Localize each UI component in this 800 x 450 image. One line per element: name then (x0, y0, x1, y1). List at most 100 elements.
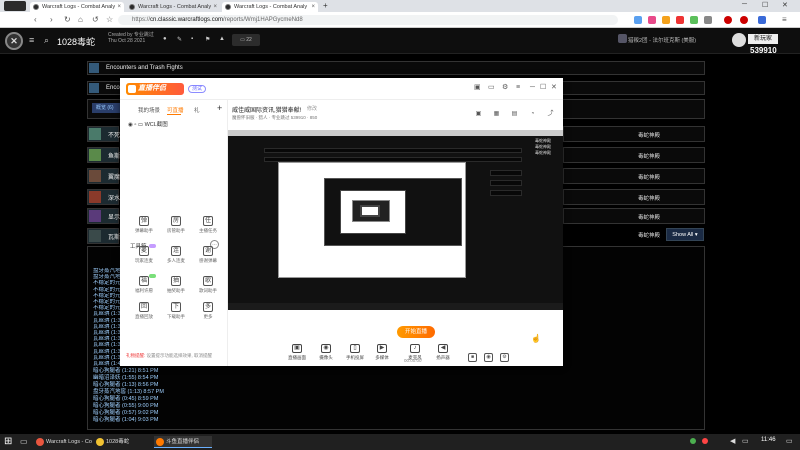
fight-entry[interactable]: 暗心狗腿者 (1:04) 9:03 PM (93, 417, 158, 423)
fight-entry[interactable]: 幽暗沼泽妖 (1:55) 8:54 PM (93, 375, 158, 381)
tab-my-scenes[interactable]: 我的场景 (138, 106, 160, 114)
boss-name[interactable]: 瓦斯 (108, 232, 120, 241)
extension-icon[interactable] (690, 16, 698, 24)
taskbar-app-3[interactable]: 斗鱼直播伴侣 (154, 436, 212, 448)
search-icon[interactable]: ⌕ (44, 35, 49, 46)
box-icon[interactable]: ▦ (492, 110, 501, 119)
share-screen-icon[interactable]: ▤ (510, 110, 519, 119)
extension-icon[interactable] (758, 16, 766, 24)
user-name[interactable]: 新玩家 (748, 34, 778, 44)
add-scene-icon[interactable]: + (217, 103, 222, 113)
warcraftlogs-logo-icon[interactable]: ✕ (5, 32, 23, 50)
share-icon[interactable]: ⤴ (546, 110, 555, 119)
tool-2[interactable]: 房房管助手 (160, 216, 192, 238)
tool-1[interactable]: 弹弹幕助手 (128, 216, 160, 238)
extension-icon[interactable] (648, 16, 656, 24)
control-4[interactable]: ▶ 多媒体 (367, 344, 397, 361)
record-icon[interactable]: ■ (468, 353, 477, 362)
edit-icon[interactable]: ✎ (177, 36, 182, 43)
taskbar-app-1[interactable]: Warcraft Logs - Co... (34, 436, 92, 448)
boss-name[interactable]: 翼魔 (108, 172, 120, 181)
notification-icon[interactable]: ◔ (528, 110, 537, 119)
fight-entry[interactable]: 暗心狗腿者 (1:21) 8:51 PM (93, 368, 158, 374)
tool-10[interactable]: 回直播回放 (128, 302, 160, 324)
boss-row-right[interactable] (563, 208, 705, 224)
close-window-icon[interactable]: ✕ (782, 1, 788, 9)
fight-entry[interactable]: 盘牙蒸汽地窖 (1:13) 8:57 PM (93, 389, 164, 395)
tool-8[interactable]: 抽抽奖助手 (160, 276, 192, 298)
system-tray-icon[interactable] (690, 438, 696, 444)
stream-preview[interactable]: 毒蛇神殿 毒蛇神殿 毒蛇神殿 (228, 130, 563, 310)
tool-6[interactable]: 谢感谢弹幕 (192, 246, 224, 268)
edit-room-button[interactable]: 修改 (307, 105, 317, 112)
browser-tab-3[interactable]: Warcraft Logs - Combat Analy × (222, 2, 318, 12)
gift-icon[interactable]: ▣ (474, 84, 481, 92)
close-tab-icon[interactable]: × (213, 2, 217, 12)
boss-row-right[interactable] (563, 168, 705, 184)
new-tab-button[interactable]: + (323, 1, 328, 10)
minimize-icon[interactable]: ─ (530, 84, 535, 92)
scene-item[interactable]: ◉ ▫ ▭ WCL截图 (128, 120, 168, 128)
extension-icon[interactable] (740, 16, 748, 24)
system-tray-icon[interactable] (702, 438, 708, 444)
boss-row-right[interactable] (563, 126, 705, 142)
address-bar[interactable]: https://cn.classic.warcraftlogs.com/repo… (118, 15, 618, 25)
pin-icon[interactable]: ▲ (219, 36, 225, 42)
back-icon[interactable]: ‹ (34, 15, 37, 25)
guild-name[interactable]: 猎叛2团 - 法尔班克斯 (美服) (628, 36, 696, 44)
app-version-badge[interactable]: 测试 (188, 85, 206, 93)
fight-entry[interactable]: 暗心狗腿者 (0:55) 9:00 PM (93, 403, 158, 409)
browser-tab-1[interactable]: Warcraft Logs - Combat Analy × (30, 2, 124, 12)
notification-center-icon[interactable]: ▭ (786, 437, 793, 445)
avatar[interactable] (732, 33, 746, 47)
tool-12[interactable]: 多更多 (192, 302, 224, 324)
eye-icon[interactable]: ◉ (484, 353, 493, 362)
forward-icon[interactable]: › (50, 15, 53, 25)
minimize-window-icon[interactable]: ─ (742, 1, 747, 8)
comments-button[interactable]: ▭ 22 (232, 34, 260, 46)
fight-entry[interactable]: 暗心狗腿者 (0:57) 9:02 PM (93, 410, 158, 416)
lock-icon[interactable]: ▫ (134, 122, 136, 128)
taskbar-app-2[interactable]: 1028毒蛇 (94, 436, 152, 448)
home-icon[interactable]: ⌂ (78, 15, 83, 25)
close-tab-icon[interactable]: × (311, 2, 315, 12)
extension-icon[interactable] (676, 16, 684, 24)
tool-3[interactable]: 任主播任务 (192, 216, 224, 238)
bag-icon[interactable]: ▣ (474, 110, 483, 119)
menu-icon[interactable]: ≡ (516, 84, 520, 92)
boss-name[interactable]: 深水 (108, 193, 120, 202)
close-icon[interactable]: ✕ (551, 84, 557, 92)
boss-row-right[interactable] (563, 147, 705, 163)
control-6[interactable]: ◀ 扬声器 (428, 344, 458, 361)
menu-icon[interactable]: ≡ (29, 35, 34, 45)
tab-live[interactable]: 可直播 (167, 106, 184, 114)
network-icon[interactable]: ▭ (742, 437, 749, 445)
bookmark-star-icon[interactable]: ☆ (106, 15, 113, 25)
lock-icon[interactable]: ● (163, 36, 167, 42)
close-tab-icon[interactable]: × (117, 2, 121, 12)
boss-name[interactable]: 不死 (108, 130, 120, 139)
control-2[interactable]: ◉ 摄像头 (311, 344, 341, 361)
boss-row-right[interactable] (563, 189, 705, 205)
delete-icon[interactable]: ▪ (191, 36, 193, 42)
tool-11[interactable]: 下下载助手 (160, 302, 192, 324)
undo-icon[interactable]: ↺ (92, 15, 99, 25)
extension-icon[interactable] (724, 16, 732, 24)
eye-icon[interactable]: ◉ (128, 122, 133, 128)
control-3[interactable]: ▯ 手机投屏 (340, 344, 370, 361)
start-icon[interactable]: ⊞ (4, 436, 12, 447)
volume-icon[interactable]: ◀ (730, 437, 735, 445)
message-icon[interactable]: ▭ (488, 84, 495, 92)
settings-icon[interactable]: ⚙ (502, 84, 508, 92)
tool-7[interactable]: 福福利许愿 (128, 274, 160, 298)
reload-icon[interactable]: ↻ (64, 15, 71, 25)
extension-icon[interactable] (704, 16, 712, 24)
tool-9[interactable]: 歌歌词助手 (192, 276, 224, 298)
boss-name[interactable]: 鱼斯 (108, 151, 120, 160)
fight-entry[interactable]: 暗心狗腿者 (1:13) 8:56 PM (93, 382, 158, 388)
show-all-button[interactable]: Show All ▾ (666, 228, 704, 241)
maximize-window-icon[interactable]: ☐ (762, 1, 768, 9)
start-live-button[interactable]: 开始直播 (397, 326, 435, 338)
boss-name[interactable]: 显示 (108, 212, 120, 221)
tool-5[interactable]: 连多人连麦 (160, 246, 192, 268)
